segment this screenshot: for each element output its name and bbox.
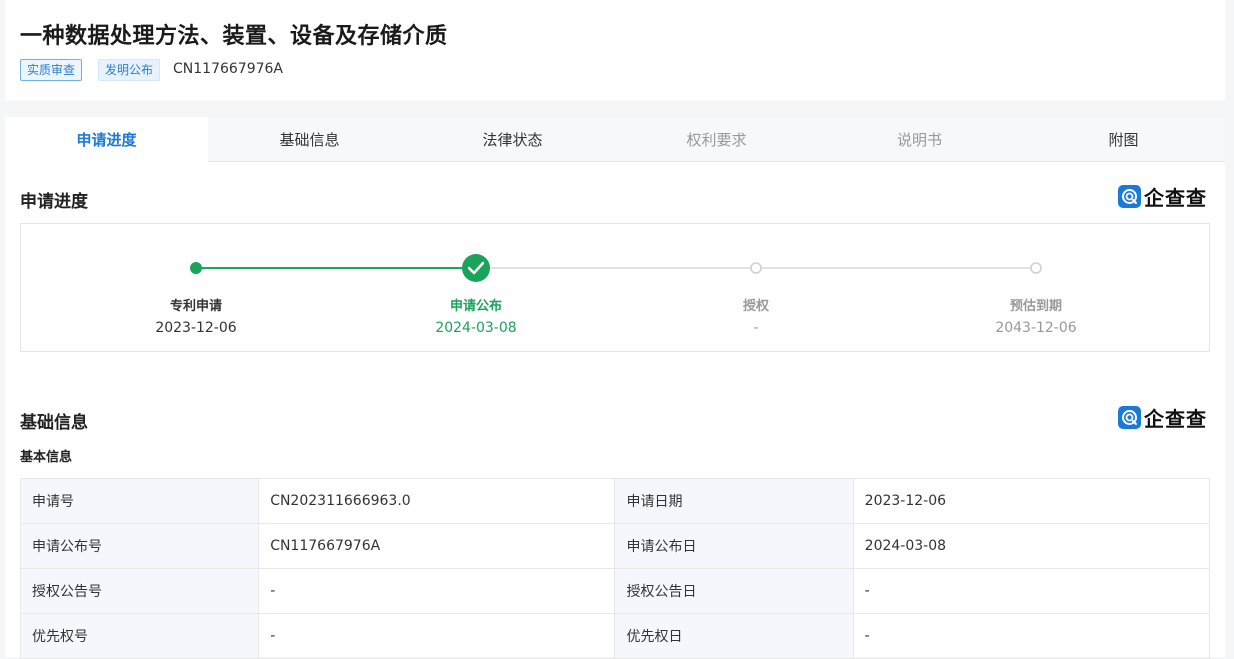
qichacha-logo[interactable]: 企查查 bbox=[1118, 405, 1210, 431]
publication-number: CN117667976A bbox=[173, 61, 283, 77]
progress-section-title: 申请进度 bbox=[20, 192, 88, 212]
field-label: 优先权日 bbox=[614, 613, 854, 659]
tab-bar: 申请进度 基础信息 法律状态 权利要求 说明书 附图 bbox=[5, 117, 1225, 162]
field-value: 2023-12-06 bbox=[852, 478, 1211, 524]
field-label: 申请公布日 bbox=[614, 523, 854, 569]
step-date: 2024-03-08 bbox=[435, 320, 517, 336]
field-value: - bbox=[258, 613, 616, 659]
step-published: 申请公布 2024-03-08 bbox=[396, 295, 556, 336]
tab-claims[interactable]: 权利要求 bbox=[615, 117, 818, 161]
field-label: 授权公告日 bbox=[614, 568, 854, 614]
field-value: - bbox=[852, 613, 1211, 659]
step-date: 2023-12-06 bbox=[155, 320, 237, 336]
tab-drawings[interactable]: 附图 bbox=[1022, 117, 1225, 161]
table-row: 申请号 CN202311666963.0 申请日期 2023-12-06 bbox=[19, 478, 1211, 524]
field-label: 优先权号 bbox=[19, 613, 260, 659]
table-row: 授权公告号 - 授权公告日 - bbox=[19, 568, 1211, 614]
basic-info-subtitle: 基本信息 bbox=[20, 450, 73, 465]
field-value: 2024-03-08 bbox=[852, 523, 1211, 569]
field-value: - bbox=[258, 568, 616, 614]
step-date: 2043-12-06 bbox=[995, 320, 1077, 336]
step-label: 申请公布 bbox=[449, 299, 502, 314]
detail-card: 申请进度 基础信息 法律状态 权利要求 说明书 附图 申请进度 企查查 专利申请… bbox=[5, 117, 1225, 659]
step-dot-expiry bbox=[1030, 262, 1042, 274]
step-dot-granted bbox=[750, 262, 762, 274]
field-value: CN117667976A bbox=[258, 523, 616, 569]
patent-header: 一种数据处理方法、装置、设备及存储介质 实质审查 发明公布 CN11766797… bbox=[5, 0, 1225, 101]
status-badge-examination: 实质审查 bbox=[20, 59, 83, 81]
step-dot-filed bbox=[190, 262, 202, 274]
step-granted: 授权 - bbox=[676, 295, 836, 336]
step-label: 预估到期 bbox=[1009, 299, 1062, 314]
table-row: 优先权号 - 优先权日 - bbox=[19, 613, 1211, 659]
table-row: 申请公布号 CN117667976A 申请公布日 2024-03-08 bbox=[19, 523, 1211, 569]
step-label: 授权 bbox=[742, 299, 769, 314]
step-estimated-expiry: 预估到期 2043-12-06 bbox=[956, 295, 1116, 336]
tab-progress[interactable]: 申请进度 bbox=[5, 117, 208, 162]
qichacha-logo-text: 企查查 bbox=[1144, 185, 1207, 210]
progress-timeline: 专利申请 2023-12-06 申请公布 2024-03-08 授权 - 预估到… bbox=[20, 223, 1210, 352]
field-value: CN202311666963.0 bbox=[258, 478, 616, 524]
status-badge-publication: 发明公布 bbox=[98, 59, 161, 81]
step-date: - bbox=[753, 320, 759, 336]
field-label: 申请号 bbox=[19, 478, 260, 524]
basic-info-table: 申请号 CN202311666963.0 申请日期 2023-12-06 申请公… bbox=[19, 478, 1211, 659]
tab-description[interactable]: 说明书 bbox=[818, 117, 1021, 161]
qichacha-logo-icon bbox=[1118, 405, 1141, 429]
tab-legal-status[interactable]: 法律状态 bbox=[411, 117, 614, 161]
step-check-icon bbox=[462, 254, 490, 282]
field-value: - bbox=[852, 568, 1211, 614]
step-label: 专利申请 bbox=[169, 299, 222, 314]
step-filed: 专利申请 2023-12-06 bbox=[116, 295, 276, 336]
qichacha-logo[interactable]: 企查查 bbox=[1118, 184, 1210, 210]
field-label: 申请公布号 bbox=[19, 523, 260, 569]
basic-info-section-title: 基础信息 bbox=[20, 413, 88, 433]
field-label: 授权公告号 bbox=[19, 568, 260, 614]
page-title: 一种数据处理方法、装置、设备及存储介质 bbox=[20, 24, 448, 49]
tab-basic-info[interactable]: 基础信息 bbox=[208, 117, 411, 161]
qichacha-logo-icon bbox=[1118, 184, 1141, 208]
qichacha-logo-text: 企查查 bbox=[1144, 406, 1207, 431]
field-label: 申请日期 bbox=[614, 478, 854, 524]
